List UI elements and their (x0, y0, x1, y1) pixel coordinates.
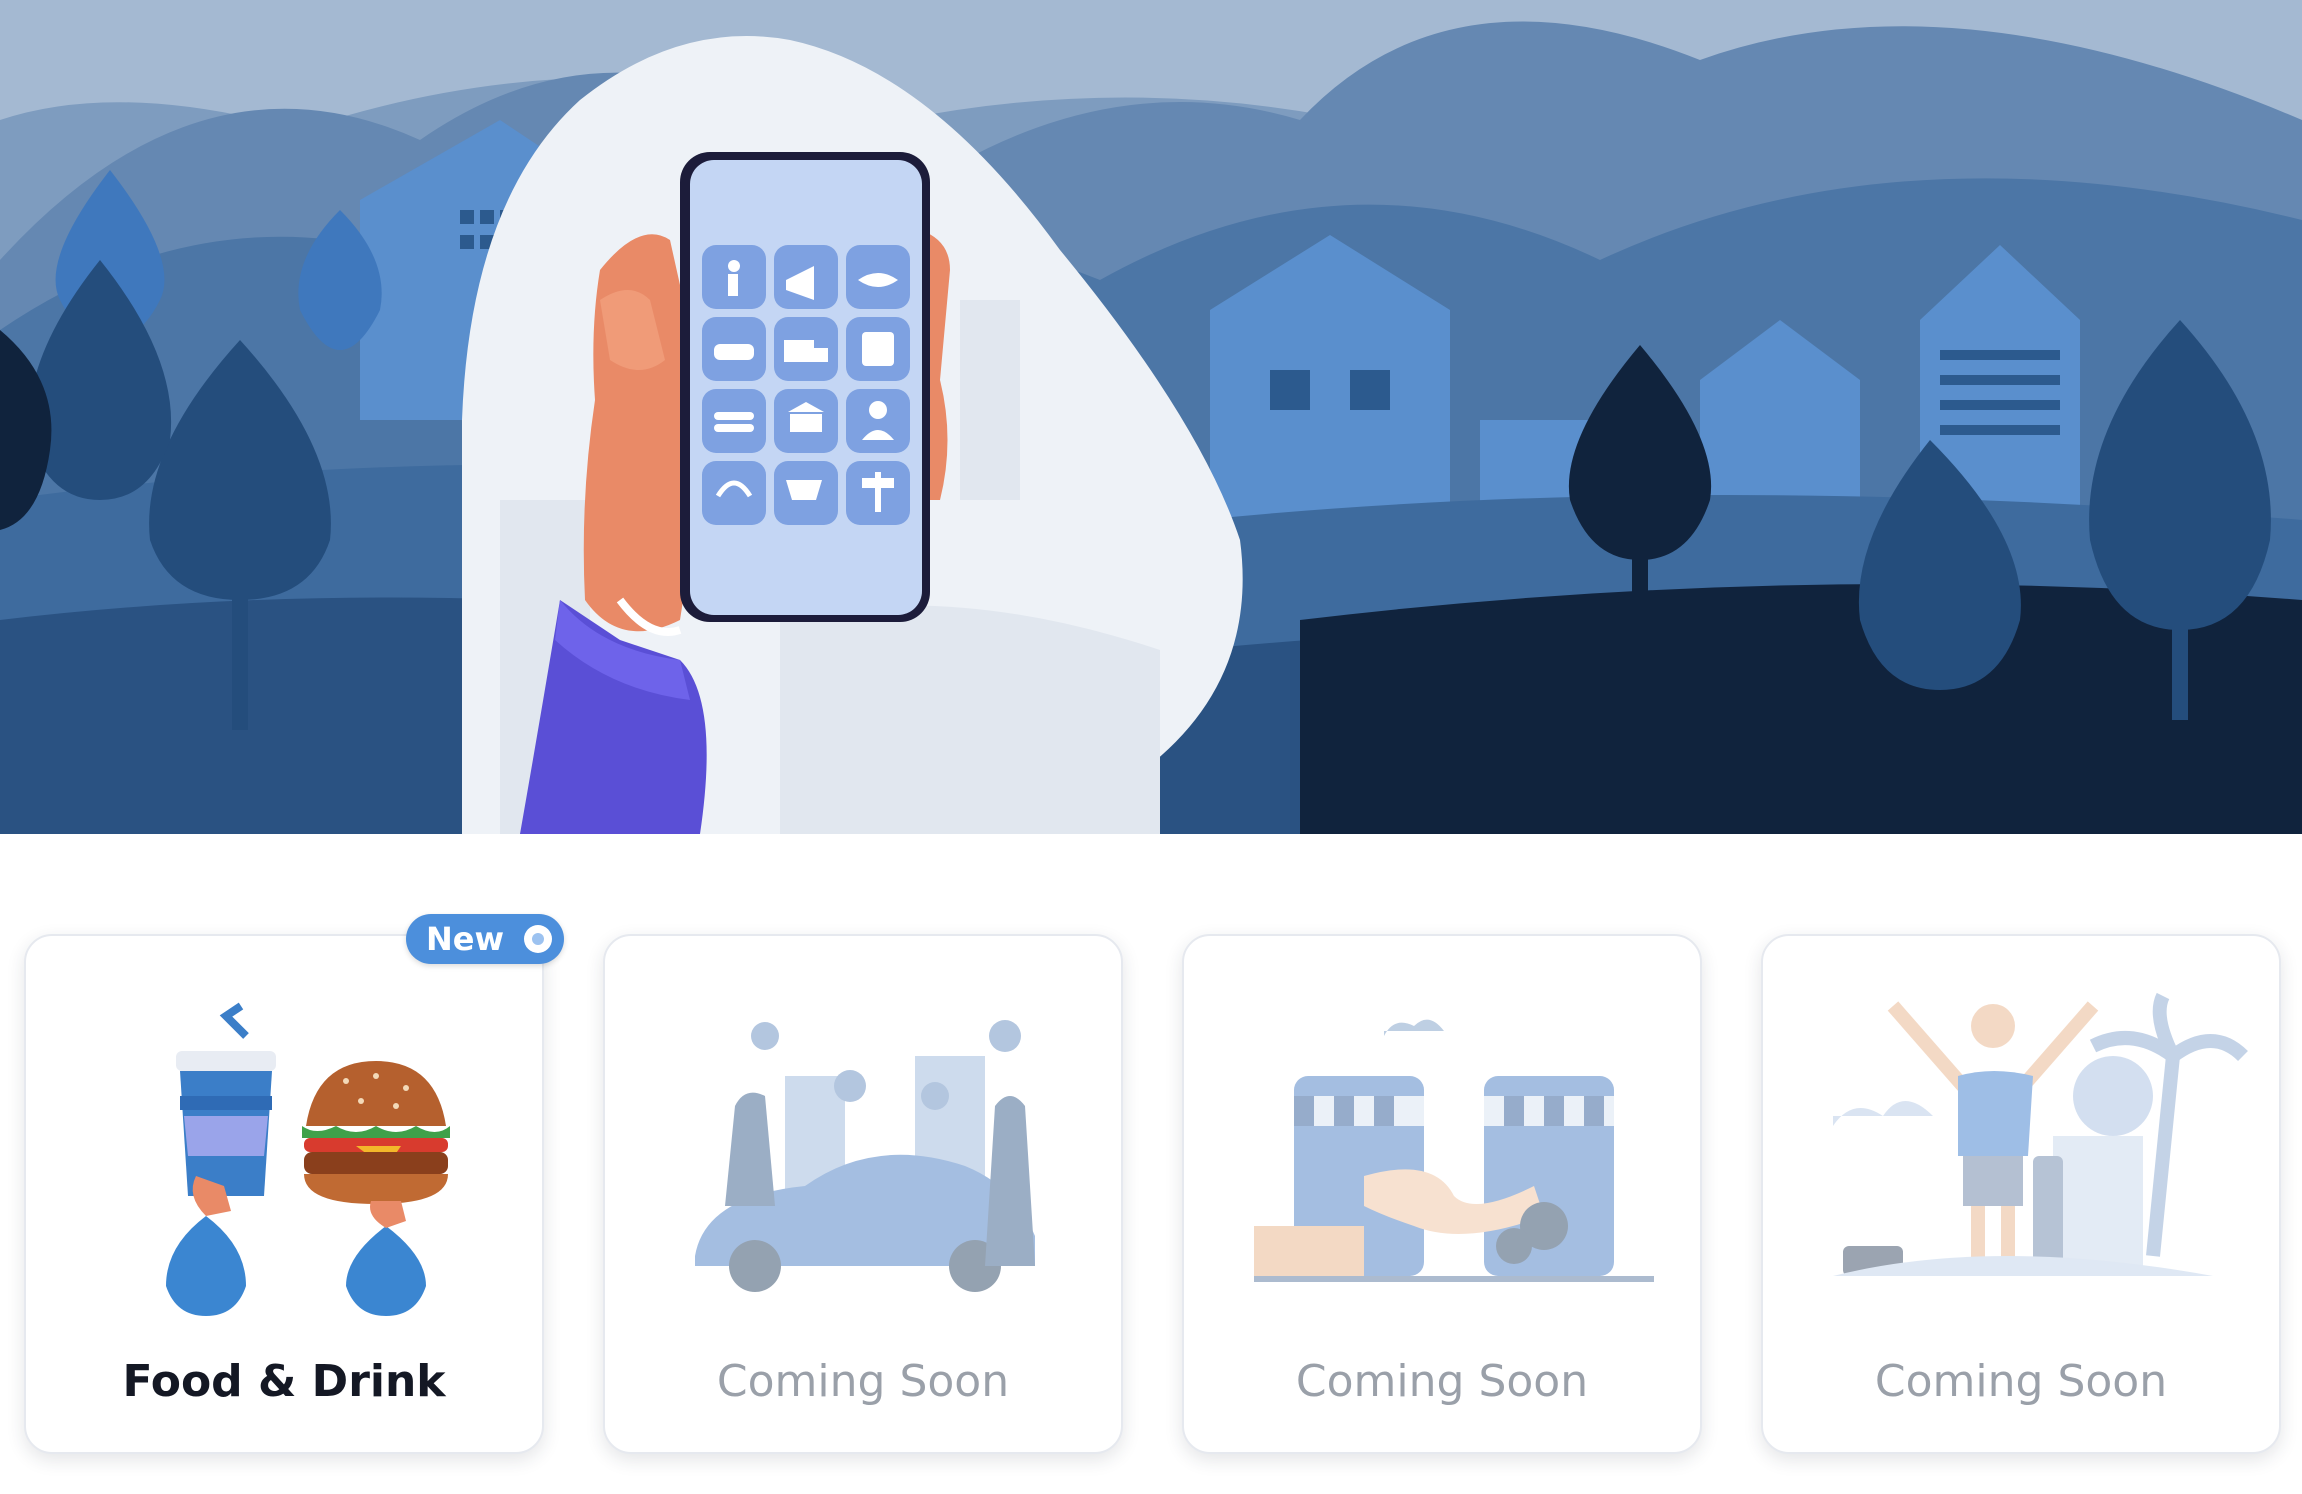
travel-illustration (1793, 976, 2253, 1316)
category-card-coming-soon-3[interactable]: Coming Soon (1761, 934, 2281, 1454)
hero-banner (0, 0, 2302, 834)
category-label: Coming Soon (1295, 1356, 1589, 1407)
category-label: Coming Soon (716, 1356, 1010, 1407)
new-badge-label: New (426, 920, 505, 958)
food-drink-illustration (56, 976, 516, 1316)
category-card-coming-soon-1[interactable]: Coming Soon (603, 934, 1123, 1454)
new-indicator-icon (524, 925, 552, 953)
hero-illustration (0, 0, 2302, 834)
new-badge: New (406, 914, 564, 964)
category-card-coming-soon-2[interactable]: Coming Soon (1182, 934, 1702, 1454)
category-list: Food & Drink New Coming Soon Coming Soon… (0, 834, 2302, 1494)
marketplace-illustration (1214, 976, 1674, 1316)
ride-sharing-illustration (635, 976, 1095, 1316)
category-card-food-drink[interactable]: Food & Drink (24, 934, 544, 1454)
category-label: Coming Soon (1874, 1356, 2168, 1407)
category-label: Food & Drink (122, 1356, 446, 1407)
